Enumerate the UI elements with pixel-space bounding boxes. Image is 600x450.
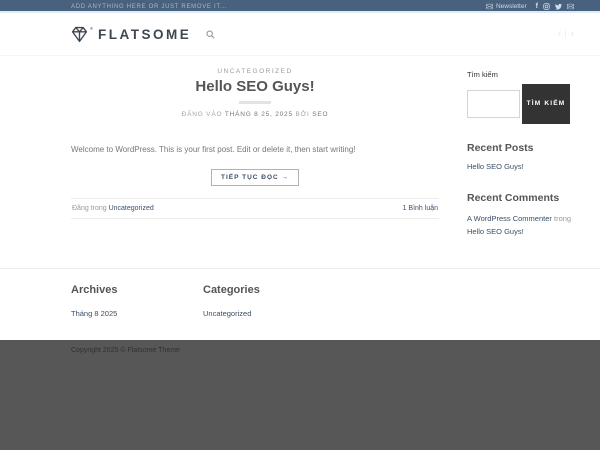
recent-post-link[interactable]: Hello SEO Guys!: [467, 162, 524, 171]
main-content: UNCATEGORIZED Hello SEO Guys! ĐĂNG VÀO T…: [0, 56, 600, 268]
categories-title: Categories: [203, 284, 260, 296]
post-author-link[interactable]: SEO: [312, 111, 328, 118]
absolute-footer: Copyright 2025 © Flatsome Theme: [0, 340, 600, 450]
posted-in-label: Đăng trong: [72, 205, 107, 213]
newsletter-label: Newsletter: [495, 3, 527, 10]
post-meta-date: ĐĂNG VÀO THÁNG 8 25, 2025 BỞI SEO: [71, 111, 439, 118]
posted-on-label: ĐĂNG VÀO: [181, 111, 223, 118]
site-logo[interactable]: ® FLATSOME: [71, 26, 191, 43]
sidebar-search-button[interactable]: TÌM KIẾM: [522, 84, 570, 124]
sidebar-search-input[interactable]: [467, 90, 520, 118]
logo-text: FLATSOME: [97, 26, 192, 42]
read-more-button[interactable]: TIẾP TỤC ĐỌC →: [210, 169, 300, 187]
registered-mark: ®: [90, 25, 93, 31]
envelope-icon: [485, 3, 493, 10]
title-divider: [239, 101, 271, 104]
posted-in-category-link[interactable]: Uncategorized: [109, 205, 154, 212]
site-header: ® FLATSOME ‹ ›: [0, 13, 600, 56]
search-icon[interactable]: [206, 29, 215, 39]
comment-in-label: trong: [553, 214, 572, 223]
recent-comments-title: Recent Comments: [467, 192, 560, 204]
comments-count-link[interactable]: 1 Bình luận: [403, 205, 438, 212]
twitter-icon[interactable]: [555, 3, 562, 10]
header-divider: [565, 29, 567, 39]
recent-comment-item: A WordPress Commenter trong Hello SEO Gu…: [467, 212, 574, 238]
copyright-text: Copyright 2025 © Flatsome Theme: [71, 347, 180, 354]
search-widget-label: Tìm kiếm: [467, 70, 498, 79]
comment-post-link[interactable]: Hello SEO Guys!: [467, 227, 524, 236]
flatsome-diamond-icon: [71, 26, 88, 42]
instagram-icon[interactable]: [543, 3, 550, 10]
post-footer-meta: Đăng trong Uncategorized 1 Bình luận: [71, 198, 439, 220]
by-label: BỞI: [295, 111, 310, 118]
archives-title: Archives: [71, 284, 118, 296]
footer-widgets: Archives Tháng 8 2025 Categories Uncateg…: [0, 268, 600, 340]
flatsome-blog-page: ADD ANYTHING HERE OR JUST REMOVE IT... N…: [0, 0, 600, 450]
post-excerpt: Welcome to WordPress. This is your first…: [71, 145, 356, 154]
categories-link[interactable]: Uncategorized: [203, 309, 251, 318]
archives-link[interactable]: Tháng 8 2025: [71, 309, 117, 318]
comment-author-link[interactable]: A WordPress Commenter: [467, 214, 552, 223]
next-arrow-icon[interactable]: ›: [570, 28, 574, 40]
newsletter-link[interactable]: Newsletter: [485, 3, 527, 10]
topbar-message: ADD ANYTHING HERE OR JUST REMOVE IT...: [71, 3, 228, 10]
email-icon[interactable]: [567, 3, 574, 10]
blog-post: UNCATEGORIZED Hello SEO Guys! ĐĂNG VÀO T…: [71, 68, 439, 238]
post-title[interactable]: Hello SEO Guys!: [71, 78, 439, 95]
post-category[interactable]: UNCATEGORIZED: [71, 68, 439, 75]
prev-arrow-icon[interactable]: ‹: [558, 28, 562, 40]
post-date-link[interactable]: THÁNG 8 25, 2025: [225, 111, 293, 118]
categories-widget: Categories Uncategorized: [203, 284, 353, 321]
recent-posts-title: Recent Posts: [467, 142, 534, 154]
archives-widget: Archives Tháng 8 2025: [71, 284, 203, 321]
sidebar: Tìm kiếm TÌM KIẾM Recent Posts Hello SEO…: [467, 68, 574, 238]
top-bar: ADD ANYTHING HERE OR JUST REMOVE IT... N…: [0, 0, 600, 13]
facebook-icon[interactable]: f: [536, 3, 538, 10]
